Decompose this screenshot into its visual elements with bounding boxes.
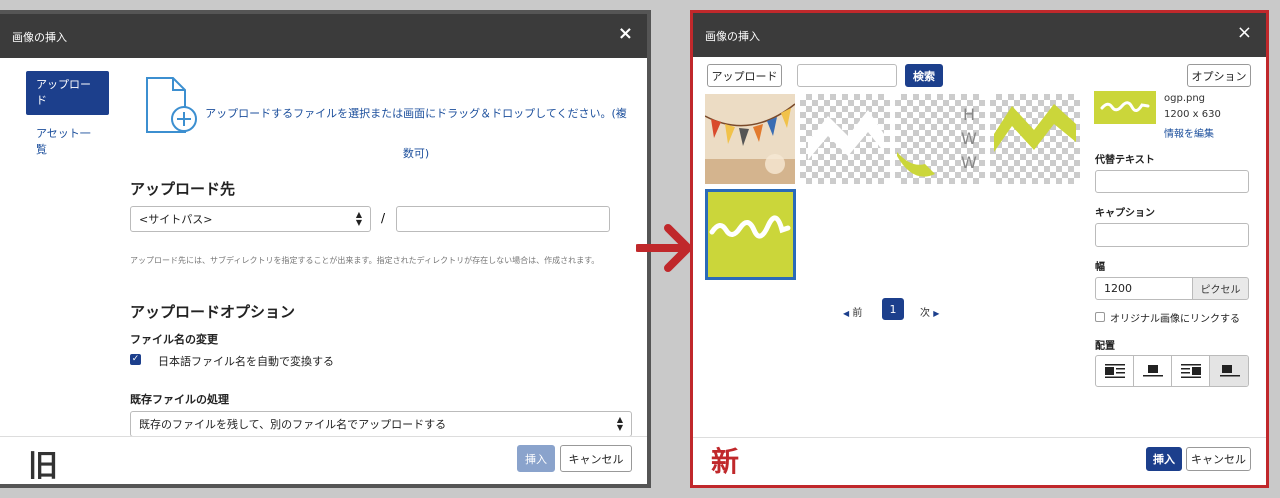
detail-dimensions: 1200 x 630 — [1164, 109, 1221, 120]
align-left-icon — [1104, 364, 1125, 378]
close-icon[interactable]: × — [618, 25, 633, 43]
upload-button-label: アップロード — [711, 69, 778, 83]
edit-info-link[interactable]: 情報を編集 — [1164, 125, 1214, 140]
old-image-insert-dialog: 画像の挿入 × アップロード アセット一覧 アップロードするファイルを選択または… — [0, 10, 651, 488]
drop-zone-text[interactable]: アップロードするファイルを選択または画面にドラッグ＆ドロップしてください。(複数… — [200, 94, 632, 174]
search-button-label: 検索 — [913, 69, 935, 83]
new-dialog-titlebar: 画像の挿入 × — [693, 13, 1266, 57]
align-center-button[interactable] — [1134, 356, 1172, 386]
search-input[interactable] — [797, 64, 897, 87]
align-none-button[interactable] — [1210, 356, 1248, 386]
align-button-group — [1095, 355, 1249, 387]
pagination-page-label: 1 — [889, 302, 897, 316]
upload-dest-select-value: <サイトパス> — [139, 213, 213, 226]
white-wave-image — [808, 110, 884, 160]
path-separator: / — [381, 211, 386, 225]
align-right-button[interactable] — [1172, 356, 1210, 386]
ogp-logo-image — [709, 215, 791, 239]
existing-file-select-value: 既存のファイルを残して、別のファイル名でアップロードする — [139, 418, 447, 431]
link-original-checkbox[interactable] — [1095, 312, 1105, 322]
auto-convert-checkbox[interactable]: ✓ — [130, 354, 141, 365]
new-dialog-footer: 新 挿入 キャンセル — [693, 437, 1266, 485]
width-unit-label: ピクセル — [1200, 285, 1241, 296]
thumbnail-hww-text[interactable]: H W W — [895, 94, 985, 184]
auto-convert-label[interactable]: 日本語ファイル名を自動で変換する — [158, 353, 334, 369]
caption-textarea[interactable] — [1095, 223, 1249, 247]
upload-options-heading: アップロードオプション — [130, 303, 296, 321]
width-input[interactable]: 1200 — [1095, 277, 1193, 300]
sidebar-tab-upload[interactable]: アップロード — [26, 71, 109, 115]
sidebar-tab-upload-label: アップロード — [36, 78, 91, 107]
thumbnail-white-logo[interactable] — [800, 94, 890, 184]
thumbnail-yellow-wave[interactable] — [990, 94, 1080, 184]
select-arrows-icon: ▲ ▼ — [616, 415, 623, 432]
old-dialog-titlebar: 画像の挿入 × — [0, 14, 647, 58]
options-button[interactable]: オプション — [1187, 64, 1251, 87]
transition-arrow-icon — [636, 224, 692, 272]
rename-label: ファイル名の変更 — [130, 333, 218, 346]
upload-dest-help: アップロード先には、サブディレクトリを指定することが出来ます。指定されたディレク… — [130, 256, 600, 265]
cancel-button-label: キャンセル — [568, 452, 624, 466]
insert-button[interactable]: 挿入 — [1146, 447, 1182, 471]
ogp-preview-image — [1100, 101, 1150, 112]
svg-text:W: W — [961, 129, 977, 148]
close-icon[interactable]: × — [1237, 24, 1252, 42]
old-dialog-footer: 旧 挿入 キャンセル — [0, 436, 647, 484]
chevron-right-icon: ▶ — [933, 309, 940, 318]
width-unit-addon: ピクセル — [1192, 277, 1249, 300]
yellow-wave-image — [994, 104, 1076, 152]
cancel-button[interactable]: キャンセル — [1186, 447, 1251, 471]
existing-file-select[interactable]: 既存のファイルを残して、別のファイル名でアップロードする ▲ ▼ — [130, 411, 632, 437]
align-center-icon — [1142, 365, 1163, 377]
thumbnail-ogp-selected[interactable] — [705, 189, 796, 280]
pagination-next-label: 次 — [920, 308, 930, 319]
width-label: 幅 — [1095, 262, 1105, 273]
upload-path-input[interactable] — [396, 206, 610, 232]
chevron-left-icon: ◀ — [843, 309, 850, 318]
sidebar-tab-assets-label: アセット一覧 — [36, 127, 91, 156]
pagination-next[interactable]: 次 ▶ — [920, 304, 939, 319]
detail-preview — [1094, 91, 1156, 124]
insert-button-label: 挿入 — [525, 452, 547, 466]
insert-button[interactable]: 挿入 — [517, 445, 555, 472]
alt-text-input[interactable] — [1095, 170, 1249, 193]
pagination-prev-label: 前 — [852, 308, 863, 319]
cancel-button-label: キャンセル — [1191, 453, 1246, 466]
file-upload-icon[interactable] — [143, 76, 199, 140]
svg-text:H: H — [963, 105, 975, 124]
pagination-page-current[interactable]: 1 — [882, 298, 904, 320]
detail-filename: ogp.png — [1164, 93, 1206, 104]
select-arrows-icon: ▲ ▼ — [355, 210, 362, 227]
search-button[interactable]: 検索 — [905, 64, 943, 87]
align-none-icon — [1220, 365, 1240, 377]
insert-button-label: 挿入 — [1153, 453, 1175, 466]
upload-dest-select[interactable]: <サイトパス> ▲ ▼ — [130, 206, 371, 232]
sidebar-tab-assets[interactable]: アセット一覧 — [26, 126, 109, 158]
align-left-button[interactable] — [1096, 356, 1134, 386]
new-dialog-title: 画像の挿入 — [705, 30, 760, 43]
options-button-label: オプション — [1191, 69, 1247, 83]
hww-image: H W W — [897, 105, 977, 177]
cancel-button[interactable]: キャンセル — [560, 445, 632, 472]
align-right-icon — [1180, 364, 1201, 378]
upload-button[interactable]: アップロード — [707, 64, 782, 87]
existing-file-label: 既存ファイルの処理 — [130, 393, 229, 406]
align-label: 配置 — [1095, 341, 1115, 352]
upload-dest-heading: アップロード先 — [130, 180, 236, 198]
thumbnail-bunting-photo[interactable] — [705, 94, 795, 184]
pagination-prev[interactable]: ◀ 前 — [843, 304, 862, 319]
version-tag-new: 新 — [711, 445, 740, 478]
version-tag-old: 旧 — [28, 449, 58, 484]
caption-label: キャプション — [1095, 208, 1155, 219]
bunting-image — [705, 94, 795, 184]
alt-text-label: 代替テキスト — [1095, 155, 1155, 166]
link-original-label[interactable]: オリジナル画像にリンクする — [1110, 310, 1240, 325]
new-image-insert-dialog: 画像の挿入 × アップロード 検索 オプション H W W ◀ 前 1 次 ▶ … — [690, 10, 1269, 488]
svg-text:W: W — [961, 153, 977, 172]
old-dialog-title: 画像の挿入 — [12, 31, 67, 44]
